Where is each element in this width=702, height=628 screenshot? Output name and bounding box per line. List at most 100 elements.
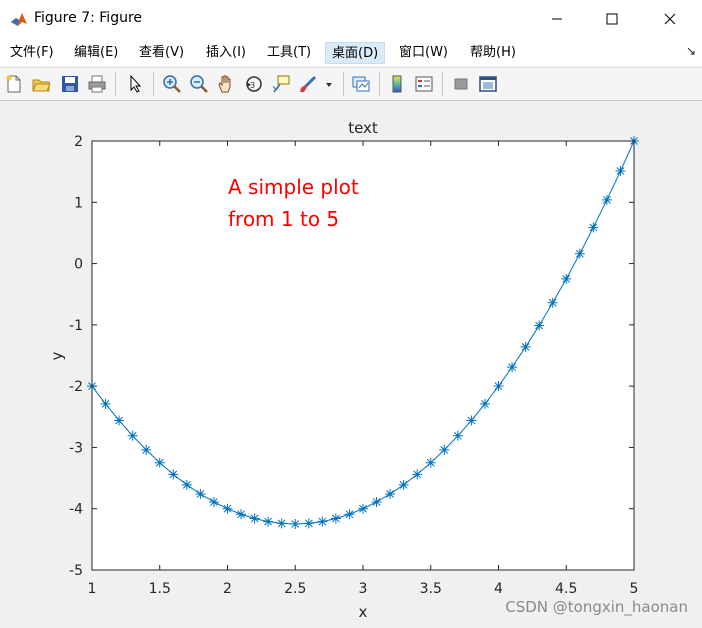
show-plot-tools-icon[interactable] (478, 74, 498, 94)
menu-desktop[interactable]: 桌面(D) (325, 42, 386, 64)
print-icon[interactable] (87, 74, 107, 94)
figure-toolbar: 3 (0, 67, 702, 101)
data-point-marker (127, 430, 138, 441)
x-tick-label: 2.5 (284, 581, 306, 597)
hide-plot-tools-icon[interactable] (451, 74, 471, 94)
menu-insert[interactable]: 插入(I) (200, 42, 252, 64)
figure-canvas[interactable]: 1 1.5 2 2.5 3 3.5 4 4.5 5 2 1 0 -1 -2 -3 -4 -5 text x y… (0, 100, 702, 628)
y-tick-label: -3 (69, 440, 83, 456)
data-point-marker (385, 489, 396, 500)
open-file-icon[interactable] (31, 74, 51, 94)
window-title: Figure 7: Figure (34, 10, 143, 26)
toolbar-separator (115, 72, 116, 96)
colorbar-icon[interactable] (387, 74, 407, 94)
menu-bar: 文件(F) 编辑(E) 查看(V) 插入(I) 工具(T) 桌面(D) 窗口(W… (0, 38, 702, 66)
data-point-marker (520, 341, 531, 352)
data-point-marker (479, 398, 490, 409)
data-point-marker (371, 496, 382, 507)
x-tick-label: 5 (630, 581, 639, 597)
y-tick-label: 0 (74, 257, 83, 273)
menu-help[interactable]: 帮助(H) (464, 42, 522, 64)
y-tick-labels: 2 1 0 -1 -2 -3 -4 -5 (69, 134, 83, 579)
menu-tools[interactable]: 工具(T) (261, 42, 317, 64)
matlab-logo-icon (10, 10, 28, 28)
close-icon (664, 13, 676, 25)
y-tick-label: -1 (69, 318, 83, 334)
chevron-down-icon[interactable] (322, 74, 336, 94)
x-tick-label: 4 (494, 581, 503, 597)
y-tick-label: -5 (69, 563, 83, 579)
plot-title: text (348, 119, 378, 137)
toolbar-separator (153, 72, 154, 96)
data-point-marker (439, 444, 450, 455)
data-point-marker (412, 469, 423, 480)
minimize-button[interactable] (530, 0, 584, 38)
data-point-marker (276, 518, 287, 529)
data-point-marker (168, 469, 179, 480)
data-point-marker (222, 503, 233, 514)
toolbar-separator (379, 72, 380, 96)
x-tick-label: 3 (359, 581, 368, 597)
pan-hand-icon[interactable] (216, 74, 236, 94)
data-point-marker (249, 513, 260, 524)
data-point-marker (141, 444, 152, 455)
annotation-line-1: A simple plot (228, 175, 359, 199)
y-axis-label: y (48, 351, 66, 360)
data-point-marker (317, 516, 328, 527)
x-tick-label: 2 (223, 581, 232, 597)
menu-window[interactable]: 窗口(W) (393, 42, 454, 64)
data-point-marker (100, 398, 111, 409)
x-tick-label: 1.5 (149, 581, 171, 597)
y-tick-label: 1 (74, 195, 83, 211)
maximize-button[interactable] (585, 0, 639, 38)
y-tick-label: -2 (69, 379, 83, 395)
data-point-marker (208, 496, 219, 507)
data-point-marker (534, 320, 545, 331)
data-point-marker (425, 457, 436, 468)
data-point-marker (263, 516, 274, 527)
minimize-icon (552, 18, 562, 20)
zoom-out-icon[interactable] (189, 74, 209, 94)
new-figure-icon[interactable] (4, 74, 24, 94)
link-plot-icon[interactable] (351, 74, 371, 94)
data-point-marker (290, 519, 301, 530)
data-point-marker (452, 430, 463, 441)
x-tick-label: 3.5 (420, 581, 442, 597)
menu-view[interactable]: 查看(V) (133, 42, 190, 64)
data-point-marker (561, 273, 572, 284)
data-point-marker (114, 415, 125, 426)
title-bar: Figure 7: Figure (0, 0, 702, 38)
maximize-icon (606, 13, 618, 25)
watermark: CSDN @tongxin_haonan (505, 598, 688, 616)
menu-edit[interactable]: 编辑(E) (68, 42, 124, 64)
menu-file[interactable]: 文件(F) (4, 42, 60, 64)
zoom-in-icon[interactable] (162, 74, 182, 94)
data-point-marker (588, 222, 599, 233)
brush-icon[interactable] (298, 74, 318, 94)
dock-arrow-icon[interactable]: ↘ (686, 44, 696, 58)
y-tick-label: 2 (74, 134, 83, 150)
x-tick-label: 1 (88, 581, 97, 597)
x-tick-label: 4.5 (555, 581, 577, 597)
data-point-marker (398, 479, 409, 490)
data-point-marker (493, 381, 504, 392)
data-point-marker (236, 509, 247, 520)
y-tick-label: -4 (69, 502, 83, 518)
svg-text:3: 3 (250, 81, 255, 90)
toolbar-separator (442, 72, 443, 96)
data-point-marker (154, 457, 165, 468)
select-arrow-icon[interactable] (126, 74, 146, 94)
save-icon[interactable] (60, 74, 80, 94)
toolbar-separator (343, 72, 344, 96)
close-button[interactable] (643, 0, 697, 38)
data-point-marker (466, 415, 477, 426)
data-cursor-icon[interactable] (271, 74, 291, 94)
x-tick-labels: 1 1.5 2 2.5 3 3.5 4 4.5 5 (88, 581, 639, 597)
data-point-marker (195, 489, 206, 500)
legend-icon[interactable] (414, 74, 434, 94)
data-point-marker (574, 248, 585, 259)
data-point-marker (615, 166, 626, 177)
rotate-3d-icon[interactable]: 3 (244, 74, 264, 94)
annotation-line-2: from 1 to 5 (228, 207, 339, 231)
data-point-marker (344, 509, 355, 520)
